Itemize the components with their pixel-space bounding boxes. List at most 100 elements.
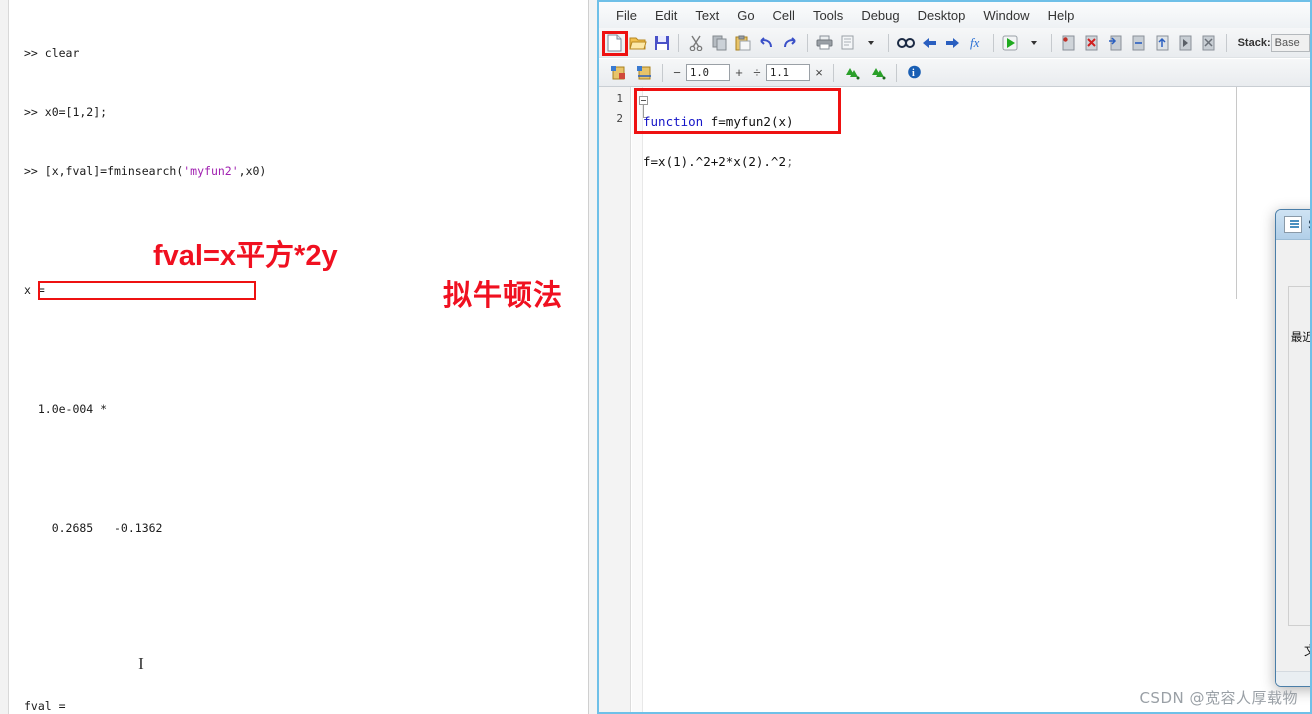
evaluate-cell-advance-icon[interactable] [867, 62, 889, 84]
matlab-editor-window[interactable]: File Edit Text Go Cell Tools Debug Deskt… [597, 0, 1312, 714]
save-icon[interactable] [652, 32, 671, 54]
print-dropdown-icon[interactable] [861, 32, 880, 54]
find-icon[interactable] [896, 32, 915, 54]
cw-line-fminsearch: >> [x,fval]=fminsearch('myfun2',x0) [24, 164, 267, 179]
editor-code-pane[interactable]: 1 2 function f=myfun2(x) f=x(1).^2+2*x(2… [599, 87, 1310, 712]
toolbar-separator [1225, 33, 1227, 52]
run-dropdown-icon[interactable] [1024, 32, 1043, 54]
cut-icon[interactable] [686, 32, 705, 54]
svg-text:fx: fx [970, 35, 980, 50]
command-window-right-edge [588, 0, 597, 714]
command-window-output[interactable]: >> clear >> x0=[1,2]; >> [x,fval]=fminse… [24, 4, 584, 714]
place-label: 桌面 [1290, 399, 1310, 411]
help-icon[interactable]: i [904, 62, 926, 84]
fminunc-command-highlight [38, 281, 256, 300]
editor-fold-column [632, 87, 643, 712]
continue-icon[interactable] [1176, 32, 1195, 54]
toolbar-separator [833, 63, 834, 82]
save-file-dialog[interactable]: Save ✕ 保存在(I): MATLAB [1275, 209, 1310, 687]
place-computer[interactable]: 计算机 [1289, 491, 1310, 559]
cw-line: 1.0e-004 * [24, 401, 108, 416]
copy-icon[interactable] [710, 32, 729, 54]
cw-blank [24, 638, 584, 658]
toolbar-separator [887, 33, 889, 52]
open-file-icon[interactable] [628, 32, 647, 54]
menu-cell[interactable]: Cell [764, 6, 804, 25]
cell-value-right-input[interactable]: 1.1 [766, 64, 810, 81]
menu-tools[interactable]: Tools [804, 6, 852, 25]
svg-text:i: i [912, 68, 915, 79]
divide-button[interactable]: ÷ [748, 64, 766, 82]
new-file-highlight [602, 31, 628, 56]
dialog-body: 保存在(I): MATLAB [1276, 240, 1310, 686]
menu-file[interactable]: File [607, 6, 646, 25]
set-breakpoint-icon[interactable] [1058, 32, 1077, 54]
menu-window[interactable]: Window [974, 6, 1038, 25]
evaluate-cell-icon[interactable] [841, 62, 863, 84]
step-icon[interactable] [1129, 32, 1148, 54]
cell-start-icon[interactable] [607, 62, 629, 84]
editor-toolbar-cell[interactable]: − 1.0 + ÷ 1.1 × i [599, 59, 1310, 87]
csdn-watermark: CSDN @宽容人厚载物 [1139, 689, 1298, 707]
cw-line: 0.2685 -0.1362 [24, 520, 163, 535]
place-desktop[interactable]: 桌面 [1289, 355, 1310, 423]
place-label: 计算机 [1290, 535, 1310, 547]
filename-row: 文件名(N): myfun2.m 保存(S) [1276, 636, 1310, 662]
stack-label: Stack: [1237, 36, 1271, 49]
step-in-icon[interactable] [1105, 32, 1124, 54]
menu-debug[interactable]: Debug [852, 6, 908, 25]
cw-blank [24, 578, 584, 598]
code-line-2: f=x(1).^2+2*x(2).^2; [643, 152, 794, 172]
print-preview-icon[interactable] [838, 32, 857, 54]
quit-debug-icon[interactable] [1199, 32, 1218, 54]
places-sidebar[interactable]: 最近访问的位置 桌面 库 [1288, 286, 1310, 627]
line-number: 1 [616, 92, 623, 105]
paste-icon[interactable] [733, 32, 752, 54]
editor-vertical-divider [1236, 87, 1237, 299]
filename-label: 文件名(N): [1304, 640, 1310, 659]
place-label: 最近访问的位置 [1290, 330, 1310, 344]
toolbar-separator [992, 33, 994, 52]
place-label: 网络 [1290, 603, 1310, 615]
clear-breakpoints-icon[interactable] [1082, 32, 1101, 54]
line-number: 2 [616, 112, 623, 125]
run-icon[interactable] [1001, 32, 1020, 54]
menu-help[interactable]: Help [1039, 6, 1084, 25]
editor-toolbar-primary[interactable]: fx Stack: Base [599, 28, 1310, 58]
place-libraries[interactable]: 库 [1289, 423, 1310, 491]
menu-go[interactable]: Go [728, 6, 763, 25]
menu-desktop[interactable]: Desktop [909, 6, 975, 25]
toolbar-separator [662, 63, 663, 82]
dialog-titlebar[interactable]: Save ✕ [1276, 210, 1310, 240]
cell-divide-icon[interactable] [633, 62, 655, 84]
code-highlight-box [634, 88, 841, 134]
decrement-button[interactable]: − [668, 64, 686, 82]
redo-icon[interactable] [780, 32, 799, 54]
forward-icon[interactable] [943, 32, 962, 54]
multiply-button[interactable]: × [810, 64, 828, 82]
back-icon[interactable] [919, 32, 938, 54]
command-window-left-gutter [0, 0, 9, 714]
matlab-command-window[interactable]: >> clear >> x0=[1,2]; >> [x,fval]=fminse… [0, 0, 597, 714]
cw-blank [24, 459, 584, 479]
cw-line: >> clear [24, 45, 80, 60]
place-recent[interactable]: 最近访问的位置 [1289, 287, 1310, 355]
step-out-icon[interactable] [1152, 32, 1171, 54]
cell-value-left-input[interactable]: 1.0 [686, 64, 730, 81]
toolbar-separator [806, 33, 808, 52]
stack-select[interactable]: Base [1270, 33, 1310, 52]
toolbar-separator [678, 33, 680, 52]
place-network[interactable]: 网络 [1289, 559, 1310, 627]
function-browser-icon[interactable]: fx [966, 32, 985, 54]
annotation-method-note: 拟牛顿法 [442, 280, 564, 313]
increment-button[interactable]: + [730, 64, 748, 82]
menu-text[interactable]: Text [686, 6, 728, 25]
print-icon[interactable] [815, 32, 834, 54]
menu-edit[interactable]: Edit [646, 6, 686, 25]
editor-menubar[interactable]: File Edit Text Go Cell Tools Debug Deskt… [599, 2, 1310, 28]
cw-line: fval = [24, 698, 66, 713]
text-caret-icon: I [138, 654, 144, 673]
save-dialog-icon [1284, 216, 1302, 233]
undo-icon[interactable] [757, 32, 776, 54]
semicolon: ; [786, 154, 794, 169]
